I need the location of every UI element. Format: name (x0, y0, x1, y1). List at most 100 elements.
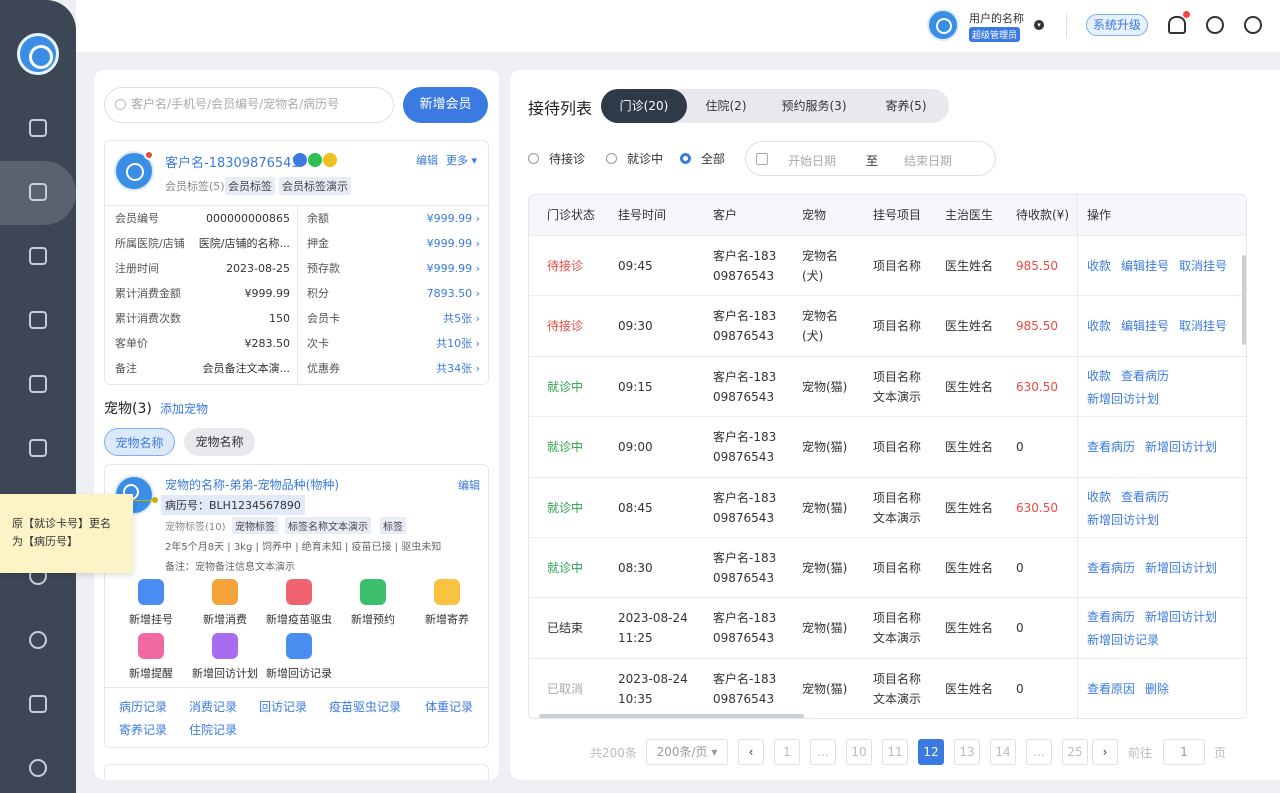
user-dropdown-icon[interactable]: ▾ (1034, 20, 1044, 30)
info-value[interactable]: 共34张 › (436, 356, 480, 381)
info-value[interactable]: ¥999.99 › (427, 206, 480, 231)
customer-cell[interactable]: 客户名-183 (713, 367, 776, 387)
sidebar-item-settings[interactable] (0, 737, 76, 793)
customer-cell[interactable]: 09876543 (713, 689, 774, 709)
filter-all[interactable]: 全部 (680, 150, 725, 167)
row-action-link[interactable]: 取消挂号 (1179, 317, 1227, 334)
pet-action-button[interactable]: 新增提醒 (111, 633, 191, 681)
customer-cell[interactable]: 09876543 (713, 628, 774, 648)
record-link[interactable]: 住院记录 (189, 721, 237, 738)
pet-tab[interactable]: 宠物名称 (184, 428, 255, 456)
sidebar-item-reception[interactable] (0, 161, 76, 225)
row-action-link[interactable]: 取消挂号 (1179, 257, 1227, 274)
customer-cell[interactable]: 客户名-183 (713, 306, 776, 326)
pet-action-button[interactable]: 新增预约 (333, 579, 413, 627)
page-button[interactable]: ... (1026, 739, 1052, 765)
add-pet-link[interactable]: 添加宠物 (160, 400, 208, 417)
page-button[interactable]: 10 (846, 739, 872, 765)
page-button[interactable]: 13 (954, 739, 980, 765)
filter-pending[interactable]: 待接诊 (528, 150, 585, 167)
customer-cell[interactable]: 09876543 (713, 326, 774, 346)
row-action-link[interactable]: 收款 (1087, 317, 1111, 334)
pet-action-button[interactable]: 新增回访记录 (259, 633, 339, 681)
row-action-link[interactable]: 查看原因 (1087, 680, 1135, 697)
sidebar-item-shop[interactable] (0, 353, 76, 417)
row-action-link[interactable]: 删除 (1145, 680, 1169, 697)
customer-name[interactable]: 客户名-18309876543 (165, 152, 300, 171)
page-button[interactable]: 11 (882, 739, 908, 765)
customer-cell[interactable]: 09876543 (713, 266, 774, 286)
customer-cell[interactable]: 客户名-183 (713, 246, 776, 266)
row-action-link[interactable]: 收款 (1087, 488, 1111, 505)
prev-page-button[interactable]: ‹ (738, 739, 764, 765)
info-value[interactable]: 7893.50 › (427, 281, 480, 306)
clock-icon[interactable] (1244, 16, 1262, 34)
row-action-link[interactable]: 新增回访计划 (1087, 390, 1159, 407)
pet-action-button[interactable]: 新增回访计划 (185, 633, 265, 681)
bell-icon[interactable] (1168, 11, 1190, 34)
sidebar-item-inventory[interactable] (0, 417, 76, 481)
row-action-link[interactable]: 查看病历 (1121, 488, 1169, 505)
sidebar-item-medical[interactable] (0, 225, 76, 289)
user-avatar[interactable] (927, 9, 959, 41)
app-logo[interactable] (17, 33, 59, 75)
customer-cell[interactable]: 客户名-183 (713, 548, 776, 568)
customer-edit-link[interactable]: 编辑 (416, 152, 438, 168)
tab-boarding[interactable]: 寄养(5) (863, 89, 949, 123)
row-action-link[interactable]: 查看病历 (1087, 438, 1135, 455)
start-date-input[interactable]: 开始日期 (788, 152, 836, 169)
row-action-link[interactable]: 编辑挂号 (1121, 317, 1169, 334)
headset-icon[interactable] (1206, 16, 1224, 34)
tab-inpatient[interactable]: 住院(2) (687, 89, 765, 123)
sidebar-item-dashboard[interactable] (0, 97, 76, 161)
row-action-link[interactable]: 编辑挂号 (1121, 257, 1169, 274)
sidebar-item-store[interactable] (0, 289, 76, 353)
row-action-link[interactable]: 查看病历 (1087, 559, 1135, 576)
row-action-link[interactable]: 新增回访计划 (1145, 438, 1217, 455)
system-upgrade-button[interactable]: 系统升级 (1086, 14, 1149, 36)
row-action-link[interactable]: 新增回访计划 (1087, 511, 1159, 528)
page-button[interactable]: 25 (1062, 739, 1088, 765)
info-value[interactable]: ¥999.99 › (427, 256, 480, 281)
row-action-link[interactable]: 新增回访记录 (1087, 631, 1159, 648)
tab-outpatient[interactable]: 门诊(20) (601, 89, 687, 123)
pet-action-button[interactable]: 新增疫苗驱虫 (259, 579, 339, 627)
filter-in-progress[interactable]: 就诊中 (606, 150, 663, 167)
page-button[interactable]: 1 (774, 739, 800, 765)
search-input[interactable] (131, 97, 391, 111)
row-action-link[interactable]: 查看病历 (1087, 608, 1135, 625)
pet-action-button[interactable]: 新增寄养 (407, 579, 487, 627)
customer-cell[interactable]: 09876543 (713, 387, 774, 407)
date-range-picker[interactable]: 开始日期 至 结束日期 (745, 141, 996, 176)
row-action-link[interactable]: 新增回访计划 (1145, 559, 1217, 576)
sidebar-item-message[interactable] (0, 609, 76, 673)
page-button[interactable]: 14 (990, 739, 1016, 765)
sidebar-item-goods[interactable] (0, 673, 76, 737)
info-value[interactable]: 共10张 › (436, 331, 480, 356)
search-box[interactable] (104, 87, 394, 123)
end-date-input[interactable]: 结束日期 (904, 152, 952, 169)
page-size-select[interactable]: 200条/页 ▾ (646, 739, 728, 765)
goto-page-input[interactable]: 1 (1163, 739, 1205, 765)
next-page-button[interactable]: › (1092, 739, 1118, 765)
record-link[interactable]: 病历记录 (119, 698, 167, 715)
pet-edit-link[interactable]: 编辑 (458, 477, 480, 493)
customer-cell[interactable]: 客户名-183 (713, 488, 776, 508)
pet-action-button[interactable]: 新增消费 (185, 579, 265, 627)
pet-name[interactable]: 宠物的名称-弟弟-宠物品种(物种) (165, 476, 339, 493)
pet-action-button[interactable]: 新增挂号 (111, 579, 191, 627)
page-button[interactable]: 12 (918, 739, 944, 765)
info-value[interactable]: 共5张 › (443, 306, 480, 331)
vertical-scrollbar[interactable] (1242, 255, 1246, 345)
customer-cell[interactable]: 09876543 (713, 508, 774, 528)
customer-cell[interactable]: 09876543 (713, 447, 774, 467)
tab-appointment[interactable]: 预约服务(3) (765, 89, 863, 123)
record-link[interactable]: 寄养记录 (119, 721, 167, 738)
row-action-link[interactable]: 查看病历 (1121, 367, 1169, 384)
customer-cell[interactable]: 09876543 (713, 568, 774, 588)
customer-more-dropdown[interactable]: 更多 ▾ (446, 152, 477, 168)
pet-tab[interactable]: 宠物名称 (104, 428, 175, 456)
record-link[interactable]: 疫苗驱虫记录 (329, 698, 401, 715)
customer-cell[interactable]: 客户名-183 (713, 669, 776, 689)
info-value[interactable]: ¥999.99 › (427, 231, 480, 256)
